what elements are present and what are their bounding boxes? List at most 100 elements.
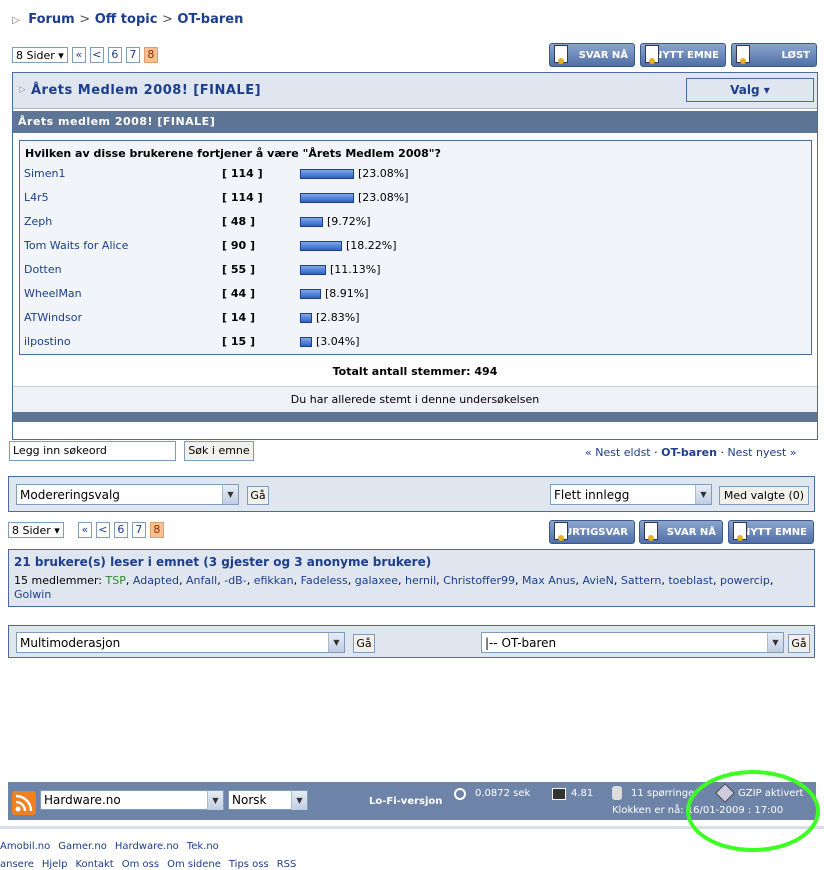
footer-link[interactable]: ansere [0,859,34,870]
footer-link[interactable]: Kontakt [75,859,113,870]
search-topic-button[interactable]: Søk i emne [184,441,254,461]
language-select[interactable]: Norsk ▼ [228,790,308,810]
document-icon [554,522,568,541]
moderation-go-button[interactable]: Gå [247,486,269,505]
prev-page-button[interactable]: < [95,522,110,538]
member-link[interactable]: powercip [720,574,770,587]
poll-total: Totalt antall stemmer: 494 [332,365,498,378]
member-link[interactable]: galaxee [355,574,398,587]
poll-option-votes: [ 14 ] [222,311,256,324]
poll-option: Dotten [ 55 ] [11.13%] [20,259,811,283]
page-6-button[interactable]: 6 [107,47,122,63]
member-link[interactable]: Max Anus [522,574,575,587]
page-7-button[interactable]: 7 [125,47,140,63]
poll-option-votes: [ 114 ] [222,191,263,204]
poll-notice: Du har allerede stemt i denne undersøkel… [13,386,817,412]
footer-link[interactable]: Tek.no [187,841,219,852]
prev-page-button[interactable]: < [89,47,104,63]
first-page-button[interactable]: « [77,522,92,538]
poll-option-votes: [ 15 ] [222,335,256,348]
footer-link[interactable]: RSS [277,859,297,870]
next-topic-link[interactable]: Nest nyest » [727,446,796,459]
member-link[interactable]: AvieN [582,574,613,587]
member-link[interactable]: Adapted [133,574,179,587]
dropdown-arrow-icon: ▼ [291,791,307,810]
breadcrumb-sep: > [79,12,91,27]
moderation-select[interactable]: Modereringsvalg ▼ [16,484,239,505]
poll-option-name[interactable]: Tom Waits for Alice [24,239,128,252]
dropdown-arrow-icon: ▼ [328,633,344,652]
thread-titlebar: ▷ Årets Medlem 2008! [FINALE] Valg ▾ [13,73,817,109]
page-6-button[interactable]: 6 [113,522,128,538]
quick-reply-button[interactable]: HURTIGSVAR [549,520,635,544]
with-selected-button[interactable]: Med valgte (0) [719,486,809,505]
poll-question: Hvilken av disse brukerene fortjener å v… [25,147,441,160]
member-link[interactable]: -dB- [224,574,246,587]
multimod-select[interactable]: Multimoderasjon ▼ [16,632,345,653]
member-link[interactable]: efikkan [254,574,294,587]
poll-option-name[interactable]: Simen1 [24,167,66,180]
pages-dropdown[interactable]: 8 Sider ▾ [8,522,64,538]
lofi-link[interactable]: Lo-Fi-versjon [369,796,442,807]
pages-dropdown[interactable]: 8 Sider ▾ [12,47,68,63]
member-link[interactable]: Anfall [186,574,217,587]
reply-now-button[interactable]: SVAR NÅ [549,43,635,67]
poll-option-bar [300,313,312,323]
solved-button[interactable]: LØST [731,43,817,67]
new-topic-button[interactable]: NYTT EMNE [640,43,726,67]
footer-link[interactable]: Hardware.no [115,841,179,852]
footer-link[interactable]: Amobil.no [0,841,50,852]
footer-link[interactable]: Hjelp [42,859,68,870]
search-input[interactable]: Legg inn søkeord [9,441,176,461]
poll-option-name[interactable]: L4r5 [24,191,49,204]
poll-option-name[interactable]: WheelMan [24,287,82,300]
member-link[interactable]: TSP [106,574,126,587]
member-link[interactable]: Christoffer99 [443,574,515,587]
breadcrumb-forum[interactable]: Forum [28,12,75,27]
document-icon [645,45,659,64]
poll-option: L4r5 [ 114 ] [23.08%] [20,187,811,211]
member-link[interactable]: hernil [405,574,436,587]
poll-option-percent: [11.13%] [330,263,381,276]
footer-link[interactable]: Om oss [122,859,159,870]
poll-option-name[interactable]: ilpostino [24,335,71,348]
member-link[interactable]: toeblast [668,574,713,587]
poll-option-name[interactable]: Dotten [24,263,62,276]
poll-option-percent: [3.04%] [316,335,360,348]
forum-link[interactable]: OT-baren [661,446,717,459]
rss-icon[interactable] [12,791,36,815]
pager-bottom: 8 Sider ▾ « < 6 7 8 [8,522,164,538]
footer-link[interactable]: Om sidene [167,859,221,870]
query-count: 11 spørringer [631,788,699,799]
page-7-button[interactable]: 7 [131,522,146,538]
readers-heading: 21 brukere(s) leser i emnet (3 gjester o… [14,555,432,569]
breadcrumb-otbaren[interactable]: OT-baren [177,12,243,27]
member-link[interactable]: Golwin [14,588,51,601]
poll-option-percent: [2.83%] [316,311,360,324]
options-dropdown[interactable]: Valg ▾ [686,78,814,102]
first-page-button[interactable]: « [71,47,86,63]
poll-option: ATWindsor [ 14 ] [2.83%] [20,307,811,331]
site-select[interactable]: Hardware.no ▼ [40,790,224,810]
breadcrumb: ▷ Forum > Off topic > OT-baren [12,12,243,27]
forum-jump-go-button[interactable]: Gå [788,634,810,653]
forum-jump-select[interactable]: |-- OT-baren ▼ [481,632,784,653]
member-link[interactable]: Sattern [621,574,661,587]
member-link[interactable]: Fadeless [301,574,348,587]
reply-now-button[interactable]: SVAR NÅ [639,520,723,544]
multimod-go-button[interactable]: Gå [353,634,375,653]
poll-option-bar [300,265,326,275]
terminal-icon [552,788,566,800]
poll-option-name[interactable]: ATWindsor [24,311,82,324]
merge-select[interactable]: Flett innlegg ▼ [550,484,712,505]
new-topic-button[interactable]: NYTT EMNE [728,520,814,544]
dropdown-arrow-icon: ▼ [207,791,223,810]
poll-option-percent: [23.08%] [358,191,409,204]
poll-option: ilpostino [ 15 ] [3.04%] [20,331,811,355]
footer-link[interactable]: Gamer.no [58,841,107,852]
poll-option-votes: [ 48 ] [222,215,256,228]
breadcrumb-offtopic[interactable]: Off topic [95,12,158,27]
poll-option-name[interactable]: Zeph [24,215,52,228]
prev-topic-link[interactable]: « Nest eldst [585,446,651,459]
footer-link[interactable]: Tips oss [229,859,269,870]
